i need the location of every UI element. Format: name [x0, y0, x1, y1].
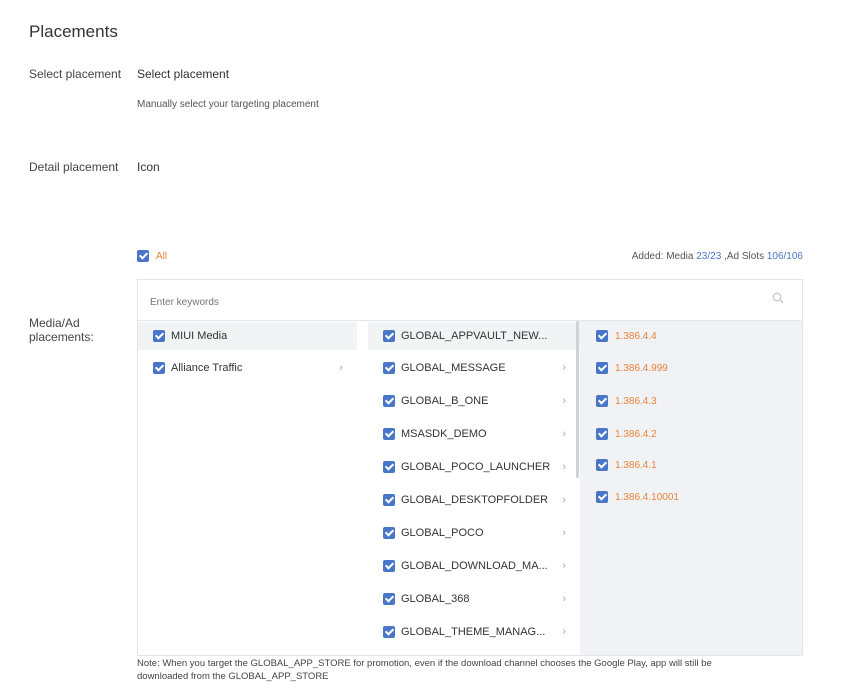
version-item-checkbox[interactable]	[596, 491, 608, 503]
chevron-right-icon: ›	[562, 626, 566, 638]
note-line1: Note: When you target the GLOBAL_APP_STO…	[137, 658, 712, 669]
app-item-label: GLOBAL_POCO_LAUNCHER	[401, 461, 551, 473]
media-item-checkbox[interactable]	[153, 330, 165, 342]
added-slots-count: 106/106	[766, 251, 803, 262]
app-column: GLOBAL_APPVAULT_NEW... GLOBAL_MESSAGE › …	[368, 321, 580, 655]
version-item[interactable]: 1.386.4.4	[580, 322, 802, 350]
version-item-checkbox[interactable]	[596, 330, 608, 342]
search-bar	[138, 280, 802, 321]
app-item[interactable]: MSASDK_DEMO ›	[368, 420, 580, 448]
detail-placement-value: Icon	[137, 160, 160, 174]
note-text: Note: When you target the GLOBAL_APP_STO…	[137, 657, 767, 683]
added-prefix: Added: Media	[631, 251, 697, 262]
chevron-right-icon: ›	[562, 395, 566, 407]
app-item-checkbox[interactable]	[383, 560, 395, 572]
app-item-label: GLOBAL_APPVAULT_NEW...	[401, 330, 548, 342]
app-item-label: GLOBAL_B_ONE	[401, 395, 489, 407]
version-item-checkbox[interactable]	[596, 362, 608, 374]
media-item-checkbox[interactable]	[153, 362, 165, 374]
app-item-label: MSASDK_DEMO	[401, 428, 487, 440]
page-title: Placements	[29, 22, 118, 41]
note-line2: downloaded from the GLOBAL_APP_STORE	[137, 671, 329, 682]
app-item[interactable]: GLOBAL_DOWNLOAD_MA... ›	[368, 552, 580, 580]
app-item[interactable]: GLOBAL_MESSAGE ›	[368, 354, 580, 382]
search-icon[interactable]	[772, 292, 784, 304]
app-item[interactable]: GLOBAL_POCO_LAUNCHER ›	[368, 453, 580, 481]
version-item[interactable]: 1.386.4.10001	[580, 483, 802, 511]
chevron-right-icon: ›	[562, 560, 566, 572]
app-item-checkbox[interactable]	[383, 626, 395, 638]
app-item-label: GLOBAL_DOWNLOAD_MA...	[401, 560, 548, 572]
chevron-right-icon: ›	[562, 362, 566, 374]
app-item[interactable]: GLOBAL_B_ONE ›	[368, 387, 580, 415]
version-column: 1.386.4.4 1.386.4.999 1.386.4.3 1.386.4.…	[580, 321, 802, 655]
app-item-checkbox[interactable]	[383, 428, 395, 440]
app-item-label: GLOBAL_MESSAGE	[401, 362, 506, 374]
version-item-label: 1.386.4.2	[615, 428, 657, 440]
version-item-checkbox[interactable]	[596, 459, 608, 471]
version-item[interactable]: 1.386.4.999	[580, 354, 802, 382]
version-item-label: 1.386.4.4	[615, 330, 657, 342]
select-placement-value[interactable]: Select placement	[137, 67, 229, 81]
select-all-checkbox[interactable]	[137, 250, 149, 262]
version-item-label: 1.386.4.10001	[615, 491, 679, 503]
chevron-right-icon: ›	[562, 527, 566, 539]
media-item-label: Alliance Traffic	[171, 362, 243, 374]
app-item-checkbox[interactable]	[383, 330, 395, 342]
version-item[interactable]: 1.386.4.3	[580, 387, 802, 415]
app-item-label: GLOBAL_DESKTOPFOLDER	[401, 494, 549, 506]
detail-placement-label: Detail placement	[29, 160, 119, 174]
chevron-right-icon: ›	[562, 593, 566, 605]
media-label-line1: Media/Ad	[29, 316, 80, 330]
added-summary: Added: Media 23/23 ,Ad Slots 106/106	[632, 251, 803, 262]
app-item-checkbox[interactable]	[383, 593, 395, 605]
select-all[interactable]: All	[137, 250, 167, 262]
placement-picker: MIUI Media Alliance Traffic › GLOBAL_APP…	[137, 279, 803, 656]
media-column: MIUI Media Alliance Traffic ›	[138, 321, 357, 655]
app-item[interactable]: GLOBAL_POCO ›	[368, 519, 580, 547]
version-item[interactable]: 1.386.4.1	[580, 451, 802, 479]
version-item-label: 1.386.4.999	[615, 362, 668, 374]
select-placement-label: Select placement	[29, 67, 122, 81]
app-item-checkbox[interactable]	[383, 461, 395, 473]
media-item-alliance[interactable]: Alliance Traffic ›	[138, 354, 357, 382]
app-column-scrollbar[interactable]	[576, 321, 579, 478]
search-input[interactable]	[148, 292, 752, 312]
select-placement-hint: Manually select your targeting placement	[137, 99, 319, 110]
chevron-right-icon: ›	[562, 428, 566, 440]
media-label-line2: placements:	[29, 330, 94, 344]
added-middle: ,Ad Slots	[721, 251, 767, 262]
app-item-label: GLOBAL_POCO	[401, 527, 484, 539]
app-item[interactable]: GLOBAL_368 ›	[368, 585, 580, 613]
app-item-label: GLOBAL_368	[401, 593, 470, 605]
app-item-checkbox[interactable]	[383, 527, 395, 539]
app-item-checkbox[interactable]	[383, 362, 395, 374]
app-item-checkbox[interactable]	[383, 494, 395, 506]
version-item-checkbox[interactable]	[596, 395, 608, 407]
select-all-label: All	[156, 250, 168, 262]
media-item-miui[interactable]: MIUI Media	[138, 322, 357, 350]
app-item[interactable]: GLOBAL_THEME_MANAG... ›	[368, 618, 580, 646]
app-item[interactable]: GLOBAL_DESKTOPFOLDER ›	[368, 486, 580, 514]
media-item-label: MIUI Media	[171, 330, 228, 342]
app-item-checkbox[interactable]	[383, 395, 395, 407]
media-placements-label: Media/Ad placements:	[29, 316, 119, 344]
version-item[interactable]: 1.386.4.2	[580, 420, 802, 448]
app-item[interactable]: GLOBAL_APPVAULT_NEW...	[368, 322, 580, 350]
version-item-label: 1.386.4.3	[615, 395, 657, 407]
app-item-label: GLOBAL_THEME_MANAG...	[401, 626, 546, 638]
added-media-count: 23/23	[696, 251, 722, 262]
version-item-checkbox[interactable]	[596, 428, 608, 440]
chevron-right-icon: ›	[339, 362, 343, 374]
version-item-label: 1.386.4.1	[615, 459, 657, 471]
chevron-right-icon: ›	[562, 494, 566, 506]
chevron-right-icon: ›	[562, 461, 566, 473]
